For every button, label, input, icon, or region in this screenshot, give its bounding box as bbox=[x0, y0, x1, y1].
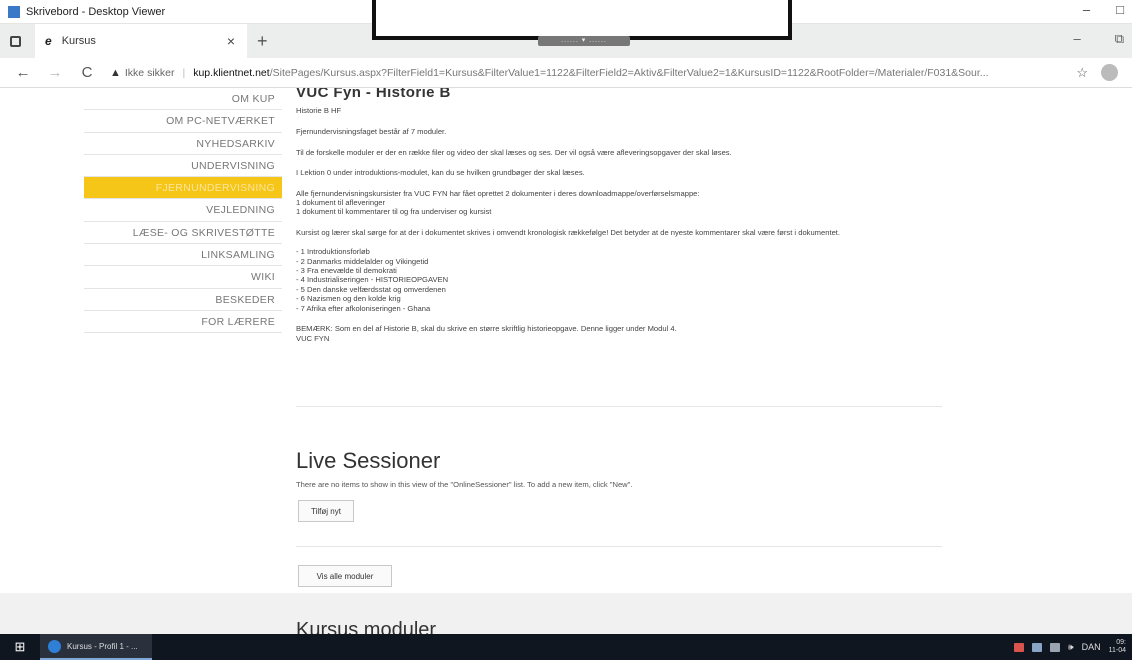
course-paragraph: 1 dokument til afleveringer bbox=[296, 198, 386, 208]
list-item: - 6 Nazismen og den kolde krig bbox=[296, 294, 401, 304]
favorites-icon[interactable]: ☆ bbox=[1076, 65, 1088, 81]
list-item: - 1 Introduktionsforløb bbox=[296, 247, 370, 257]
nav-item-om-pc-netvaerket[interactable]: OM PC-NETVÆRKET bbox=[84, 110, 282, 133]
nav-item-wiki[interactable]: WIKI bbox=[84, 266, 282, 289]
course-subtitle: Historie B HF bbox=[296, 106, 342, 115]
viewer-toolbar-pulldown-tab[interactable]: ...... ▾ ...... bbox=[538, 36, 630, 46]
tray-app-icon[interactable] bbox=[1013, 642, 1024, 652]
network-icon[interactable] bbox=[1031, 642, 1042, 652]
nav-item-laese-og-skrivestotte[interactable]: LÆSE- OG SKRIVESTØTTE bbox=[84, 222, 282, 245]
reload-button[interactable]: C bbox=[78, 64, 96, 81]
nav-item-om-kup[interactable]: OM KUP bbox=[84, 88, 282, 111]
section-divider bbox=[296, 406, 942, 407]
taskbar-edge-window[interactable]: Kursus - Profil 1 - ... bbox=[40, 634, 152, 660]
speaker-icon[interactable]: 🕪 bbox=[1068, 642, 1074, 653]
course-paragraph: I Lektion 0 under introduktions-modulet,… bbox=[296, 168, 585, 178]
page-title: VUC Fyn - Historie B bbox=[296, 88, 451, 101]
insecure-label: Ikke sikker bbox=[124, 66, 175, 79]
tab-title: Kursus bbox=[61, 35, 96, 47]
forward-button[interactable]: → bbox=[46, 64, 64, 81]
nav-item-fjernundervisning[interactable]: FJERNUNDERVISNING bbox=[84, 177, 282, 200]
browser-addressbar: ← → C ▲ Ikke sikker | kup.klientnet.net /… bbox=[0, 58, 1132, 88]
new-tab-button[interactable]: + bbox=[257, 31, 268, 52]
desktop-viewer-logo-icon bbox=[8, 5, 20, 18]
viewer-minimize-button[interactable]: – bbox=[1083, 2, 1090, 17]
nav-item-undervisning[interactable]: UNDERVISNING bbox=[84, 155, 282, 178]
tab-actions-icon[interactable] bbox=[10, 35, 21, 47]
viewer-restore-button[interactable]: □ bbox=[1116, 2, 1124, 17]
profile-avatar[interactable] bbox=[1101, 64, 1118, 81]
page-content: OM KUP OM PC-NETVÆRKET NYHEDSARKIV UNDER… bbox=[0, 88, 1132, 634]
course-description: VUC Fyn - Historie B Historie B HF Fjern… bbox=[296, 88, 956, 343]
nav-item-for-laerere[interactable]: FOR LÆRERE bbox=[84, 311, 282, 334]
browser-restore-button[interactable]: ⧉ bbox=[1115, 31, 1124, 47]
site-navigation: OM KUP OM PC-NETVÆRKET NYHEDSARKIV UNDER… bbox=[84, 88, 282, 334]
edge-favicon-icon: e bbox=[45, 34, 52, 48]
clock[interactable]: 09: 11-04 bbox=[1109, 639, 1126, 655]
nav-item-nyhedsarkiv[interactable]: NYHEDSARKIV bbox=[84, 133, 282, 155]
nav-item-vejledning[interactable]: VEJLEDNING bbox=[84, 199, 282, 222]
warning-icon: ▲ bbox=[110, 66, 121, 79]
clock-time: 09: bbox=[1116, 639, 1126, 646]
page-footer-band bbox=[0, 593, 1132, 634]
windows-taskbar: ⊞ Kursus - Profil 1 - ... 🕪 DAN 09: 11-0… bbox=[0, 634, 1132, 660]
url-host: kup.klientnet.net bbox=[193, 66, 270, 79]
edge-icon bbox=[48, 639, 61, 653]
live-sessions-heading: Live Sessioner bbox=[296, 448, 441, 473]
browser-tab-kursus[interactable]: e Kursus × bbox=[35, 24, 247, 58]
list-item: - 7 Afrika efter afkoloniseringen - Ghan… bbox=[296, 303, 431, 313]
start-button[interactable]: ⊞ bbox=[0, 634, 40, 660]
back-button[interactable]: ← bbox=[14, 64, 32, 81]
list-item: - 5 Den danske velfærdsstat og omverdene… bbox=[296, 284, 446, 294]
show-all-modules-button[interactable]: Vis alle moduler bbox=[298, 565, 392, 587]
course-paragraph: Alle fjernundervisningskursister fra VUC… bbox=[296, 188, 700, 198]
course-note: BEMÆRK: Som en del af Historie B, skal d… bbox=[296, 324, 677, 334]
clock-date: 11-04 bbox=[1108, 647, 1126, 654]
taskbar-item-label: Kursus - Profil 1 - ... bbox=[67, 641, 138, 651]
course-paragraph: Fjernundervisningsfaget består af 7 modu… bbox=[296, 127, 447, 137]
system-tray: 🕪 DAN 09: 11-04 bbox=[1013, 634, 1126, 660]
list-item: - 3 Fra enevælde til demokrati bbox=[296, 266, 397, 276]
nav-item-linksamling[interactable]: LINKSAMLING bbox=[84, 244, 282, 267]
course-paragraph: 1 dokument til kommentarer til og fra un… bbox=[296, 207, 492, 217]
course-paragraph: Til de forskelle moduler er der en række… bbox=[296, 147, 732, 157]
nav-item-beskeder[interactable]: BESKEDER bbox=[84, 289, 282, 311]
course-paragraph: Kursist og lærer skal sørge for at der i… bbox=[296, 227, 841, 237]
tab-close-icon[interactable]: × bbox=[227, 33, 235, 49]
url-field[interactable]: ▲ Ikke sikker | kup.klientnet.net/SitePa… bbox=[110, 67, 1100, 79]
add-new-button[interactable]: Tilføj nyt bbox=[298, 500, 354, 522]
battery-icon[interactable] bbox=[1049, 642, 1060, 652]
url-separator: | bbox=[182, 66, 186, 79]
list-item: - 2 Danmarks middelalder og Vikingetid bbox=[296, 256, 429, 266]
viewer-floating-toolbar[interactable] bbox=[372, 0, 792, 40]
list-item: - 4 Industrialiseringen - HISTORIEOPGAVE… bbox=[296, 275, 449, 285]
section-divider bbox=[296, 546, 942, 547]
language-indicator[interactable]: DAN bbox=[1082, 642, 1101, 652]
live-sessions-empty-text: There are no items to show in this view … bbox=[296, 480, 633, 489]
browser-minimize-button[interactable]: – bbox=[1073, 31, 1080, 47]
course-signature: VUC FYN bbox=[296, 333, 330, 343]
url-path: /SitePages/Kursus.aspx?FilterField1=Kurs… bbox=[269, 66, 989, 79]
module-list: - 1 Introduktionsforløb - 2 Danmarks mid… bbox=[296, 247, 956, 313]
course-modules-heading: Kursus moduler bbox=[296, 619, 437, 634]
desktop-viewer-title: Skrivebord - Desktop Viewer bbox=[26, 5, 166, 18]
